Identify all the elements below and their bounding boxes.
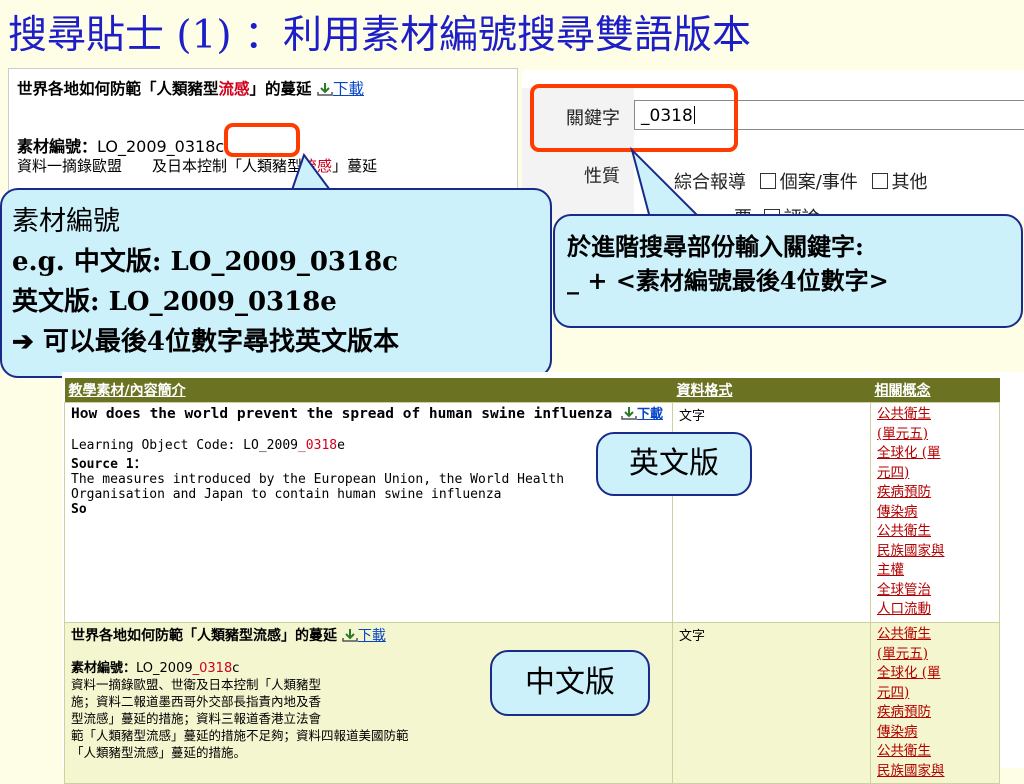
- code-tip-line-1: 素材編號: [12, 206, 120, 237]
- concept-link[interactable]: 疾病預防: [877, 483, 993, 503]
- row1-code: Learning Object Code: LO_2009_0318e: [71, 438, 345, 453]
- concept-link[interactable]: 傳染病: [877, 503, 993, 523]
- code-tip-line-3: 英文版: LO_2009_0318e: [12, 287, 337, 317]
- row2-desc-5: 「人類豬型流感」蔓延的措施。: [71, 745, 247, 760]
- concept-link[interactable]: 元四): [877, 684, 993, 704]
- callout-keyword-tip: 於進階搜尋部份輸入關鍵字: _ + <素材編號最後4位數字>: [553, 214, 1023, 328]
- concept-link[interactable]: 民族國家與: [877, 762, 993, 782]
- row1-code-highlight: _0318: [297, 438, 338, 453]
- english-version-label: 英文版: [629, 446, 719, 481]
- row1-title[interactable]: How does the world prevent the spread of…: [71, 405, 666, 424]
- table-row: How does the world prevent the spread of…: [64, 402, 1000, 623]
- concept-link[interactable]: 傳染病: [877, 723, 993, 743]
- concept-link[interactable]: 元四): [877, 464, 993, 484]
- row1-concepts: 公共衛生 (單元五) 全球化 (單 元四) 疾病預防 傳染病 公共衛生 民族國家…: [870, 402, 1000, 623]
- row1-desc: The measures introduced by the European …: [71, 472, 565, 502]
- col-header-concept[interactable]: 相關概念: [870, 378, 1000, 403]
- arrow-icon: ➔: [12, 327, 34, 357]
- row2-title[interactable]: 世界各地如何防範「人類豬型流感」的蔓延 下載: [71, 625, 666, 645]
- row1-source: Source 1：: [71, 457, 147, 472]
- concept-link[interactable]: 公共衛生: [877, 742, 993, 762]
- callout-english: 英文版: [596, 432, 752, 496]
- tip-line-2: _ + <素材編號最後4位數字>: [567, 266, 889, 295]
- callout-chinese: 中文版: [490, 650, 650, 716]
- chinese-version-label: 中文版: [525, 665, 615, 700]
- concept-link[interactable]: 疾病預防: [877, 703, 993, 723]
- table-header-row: 教學素材/內容簡介 資料格式 相關概念: [64, 378, 1000, 403]
- callout-code-tip: 素材編號 e.g. 中文版: LO_2009_0318c 英文版: LO_200…: [0, 188, 552, 378]
- concept-link[interactable]: 公共衛生: [877, 625, 993, 645]
- concept-link[interactable]: 公共衛生: [877, 522, 993, 542]
- concept-link[interactable]: 全球化 (單: [877, 444, 993, 464]
- row1-so: So: [71, 502, 87, 517]
- col-header-content[interactable]: 教學素材/內容簡介: [64, 378, 673, 403]
- concept-link[interactable]: (單元五): [877, 645, 993, 665]
- code-tip-line-4: 可以最後4位數字尋找英文版本: [42, 327, 399, 357]
- concept-link[interactable]: 民族國家與: [877, 542, 993, 562]
- row1-download-link[interactable]: 下載: [637, 407, 663, 422]
- pointer-keyword: [630, 146, 703, 219]
- row2-format: 文字: [672, 622, 871, 784]
- code-tip-line-2: e.g. 中文版: LO_2009_0318c: [12, 247, 399, 277]
- download-icon[interactable]: [621, 406, 637, 420]
- col-header-format[interactable]: 資料格式: [672, 378, 871, 403]
- concept-link[interactable]: 全球管治: [877, 581, 993, 601]
- tip-line-1: 於進階搜尋部份輸入關鍵字:: [567, 232, 864, 261]
- pointer-code: [290, 152, 332, 191]
- row2-concepts: 公共衛生 (單元五) 全球化 (單 元四) 疾病預防 傳染病 公共衛生 民族國家…: [870, 622, 1000, 784]
- row1-content: How does the world prevent the spread of…: [64, 402, 673, 623]
- download-icon[interactable]: [342, 628, 358, 642]
- row2-desc-4: 範「人類豬型流感」蔓延的措施不足夠；資料四報道美國防範: [71, 728, 409, 743]
- row2-code-highlight: _0318: [192, 661, 233, 676]
- results-table: 教學素材/內容簡介 資料格式 相關概念 How does the world p…: [64, 378, 1000, 784]
- concept-link[interactable]: (單元五): [877, 425, 993, 445]
- concept-link[interactable]: 公共衛生: [877, 405, 993, 425]
- concept-link[interactable]: 全球化 (單: [877, 664, 993, 684]
- concept-link[interactable]: 主權: [877, 561, 993, 581]
- concept-link[interactable]: 人口流動: [877, 600, 993, 620]
- row2-download-link[interactable]: 下載: [358, 628, 386, 644]
